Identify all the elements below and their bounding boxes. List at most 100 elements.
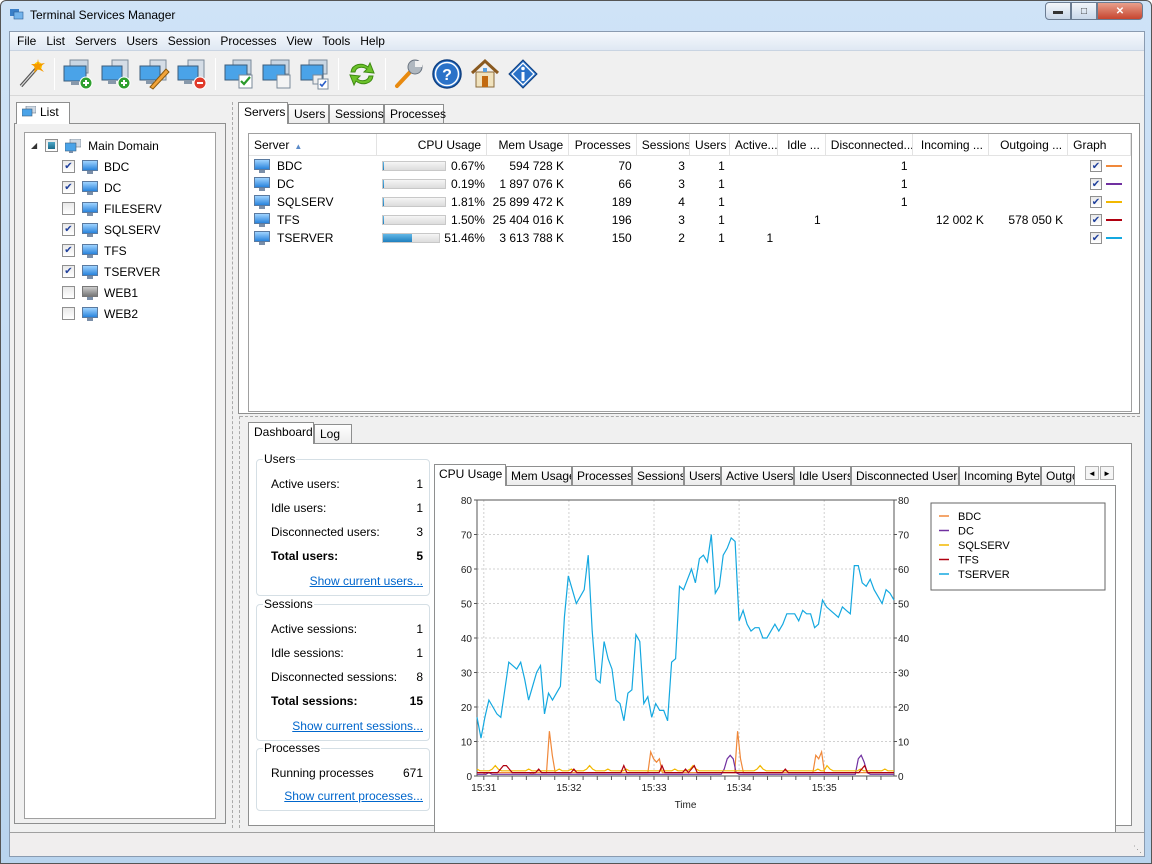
root-checkbox[interactable] — [45, 139, 59, 152]
chart-tab[interactable]: Disconnected Users — [851, 466, 959, 485]
graph-checkbox[interactable]: ✔ — [1090, 160, 1102, 172]
tab-processes[interactable]: Processes — [384, 104, 446, 124]
table-row[interactable]: TSERVER 51.46% 3 613 788 K 150 2 1 1 ✔ — [249, 229, 1131, 247]
graph-checkbox[interactable]: ✔ — [1090, 196, 1102, 208]
menu-session[interactable]: Session — [163, 32, 216, 50]
menu-list[interactable]: List — [41, 32, 70, 50]
svg-text:?: ? — [442, 67, 452, 84]
server-checkbox[interactable]: ✔ — [62, 160, 75, 173]
server-checkbox[interactable]: ✔ — [62, 223, 75, 236]
tree-server-item[interactable]: ✔ TFS — [62, 240, 127, 261]
show-current-users-link[interactable]: Show current users... — [310, 574, 423, 588]
table-row[interactable]: BDC 0.67% 594 728 K 70 3 1 1 ✔ — [249, 157, 1131, 175]
menu-servers[interactable]: Servers — [70, 32, 121, 50]
server-checkbox[interactable] — [62, 286, 75, 299]
menu-view[interactable]: View — [281, 32, 317, 50]
chart-tab[interactable]: Incoming Bytes — [959, 466, 1041, 485]
close-button[interactable]: ✕ — [1097, 2, 1143, 20]
tab-scroll-left-button[interactable]: ◄ — [1085, 466, 1099, 480]
column-header[interactable]: Processes — [569, 134, 637, 156]
table-row[interactable]: SQLSERV 1.81% 25 899 472 K 189 4 1 1 ✔ — [249, 193, 1131, 211]
deselect-servers-button[interactable] — [260, 57, 294, 91]
chart-tab[interactable]: Sessions — [632, 466, 684, 485]
tree-server-item[interactable]: ✔ BDC — [62, 156, 129, 177]
show-current-processes-link[interactable]: Show current processes... — [284, 789, 423, 803]
chart-tab[interactable]: CPU Usage — [434, 464, 506, 486]
horizontal-splitter[interactable] — [240, 416, 1140, 417]
chart-tab[interactable]: Users — [684, 466, 721, 485]
add-server-group-button[interactable] — [99, 57, 133, 91]
edit-server-button[interactable] — [137, 57, 171, 91]
tree-server-item[interactable]: FILESERV — [62, 198, 162, 219]
tab-servers[interactable]: Servers — [238, 102, 288, 124]
graph-checkbox[interactable]: ✔ — [1090, 214, 1102, 226]
chart-tab[interactable]: Outgoing Bytes — [1041, 466, 1075, 485]
tree-root-label: Main Domain — [88, 138, 159, 153]
refresh-button[interactable] — [345, 57, 379, 91]
tree-server-item[interactable]: WEB1 — [62, 282, 138, 303]
chart-tab[interactable]: Active Users — [721, 466, 794, 485]
server-checkbox[interactable]: ✔ — [62, 244, 75, 257]
graph-checkbox[interactable]: ✔ — [1090, 232, 1102, 244]
server-checkbox[interactable] — [62, 307, 75, 320]
menu-help[interactable]: Help — [355, 32, 390, 50]
column-header[interactable]: Users — [690, 134, 730, 156]
tree-root-main-domain[interactable]: ◢ Main Domain — [31, 135, 159, 156]
info-button[interactable] — [506, 57, 540, 91]
server-checkbox[interactable]: ✔ — [62, 181, 75, 194]
column-header[interactable]: Mem Usage — [487, 134, 570, 156]
menu-processes[interactable]: Processes — [215, 32, 281, 50]
chart-tab[interactable]: Idle Users — [794, 466, 851, 485]
column-header[interactable]: Server ▲ — [249, 134, 378, 156]
column-header[interactable]: Graph — [1068, 134, 1131, 156]
tab-log[interactable]: Log — [314, 424, 352, 444]
remove-server-button[interactable] — [175, 57, 209, 91]
tree-server-item[interactable]: ✔ DC — [62, 177, 121, 198]
column-header[interactable]: Sessions — [637, 134, 691, 156]
collapse-triangle-icon[interactable]: ◢ — [31, 141, 37, 150]
column-header[interactable]: Outgoing ... — [989, 134, 1069, 156]
monitor-icon — [82, 180, 98, 195]
idle-sessions-label: Idle sessions: — [271, 646, 344, 660]
column-header[interactable]: Incoming ... — [913, 134, 989, 156]
menu-file[interactable]: File — [12, 32, 41, 50]
app-icon — [10, 9, 24, 20]
help-button[interactable]: ? — [430, 57, 464, 91]
column-header[interactable]: Idle ... — [778, 134, 826, 156]
tab-scroll-right-button[interactable]: ► — [1100, 466, 1114, 480]
tree-server-item[interactable]: ✔ SQLSERV — [62, 219, 160, 240]
chart-tab[interactable]: Mem Usage — [506, 466, 572, 485]
show-current-sessions-link[interactable]: Show current sessions... — [292, 719, 423, 733]
server-checkbox[interactable]: ✔ — [62, 265, 75, 278]
settings-button[interactable] — [392, 57, 426, 91]
tab-sessions[interactable]: Sessions — [329, 104, 384, 124]
tree-server-item[interactable]: ✔ TSERVER — [62, 261, 160, 282]
cpu-value: 1.50% — [450, 213, 485, 227]
tab-list[interactable]: List — [16, 102, 70, 124]
add-server-button[interactable] — [61, 57, 95, 91]
users-cell: 1 — [718, 177, 725, 191]
tab-users[interactable]: Users — [288, 104, 329, 124]
y-tick-label-right: 0 — [898, 772, 904, 783]
menu-users[interactable]: Users — [121, 32, 162, 50]
column-header[interactable]: Disconnected... — [826, 134, 913, 156]
tab-dashboard[interactable]: Dashboard — [248, 422, 314, 444]
home-button[interactable] — [468, 57, 502, 91]
disconnected-cell: 1 — [900, 177, 908, 191]
select-all-servers-button[interactable] — [222, 57, 256, 91]
tree-server-item[interactable]: WEB2 — [62, 303, 138, 324]
invert-selection-button[interactable] — [298, 57, 332, 91]
menu-tools[interactable]: Tools — [317, 32, 355, 50]
wizard-button[interactable] — [14, 57, 48, 91]
graph-checkbox[interactable]: ✔ — [1090, 178, 1102, 190]
column-header[interactable]: Active... — [730, 134, 779, 156]
resize-grip-icon[interactable]: ⋱ — [1133, 844, 1142, 855]
table-row[interactable]: DC 0.19% 1 897 076 K 66 3 1 1 ✔ — [249, 175, 1131, 193]
chart-tab[interactable]: Processes — [572, 466, 632, 485]
maximize-button[interactable]: □ — [1071, 2, 1097, 20]
server-checkbox[interactable] — [62, 202, 75, 215]
minimize-button[interactable]: ▬ — [1045, 2, 1071, 20]
column-header[interactable]: CPU Usage — [377, 134, 488, 156]
table-row[interactable]: TFS 1.50% 25 404 016 K 196 3 1 1 12 002 K 578 05… — [249, 211, 1131, 229]
title-bar[interactable]: Terminal Services Manager ▬ □ ✕ — [1, 1, 1151, 31]
